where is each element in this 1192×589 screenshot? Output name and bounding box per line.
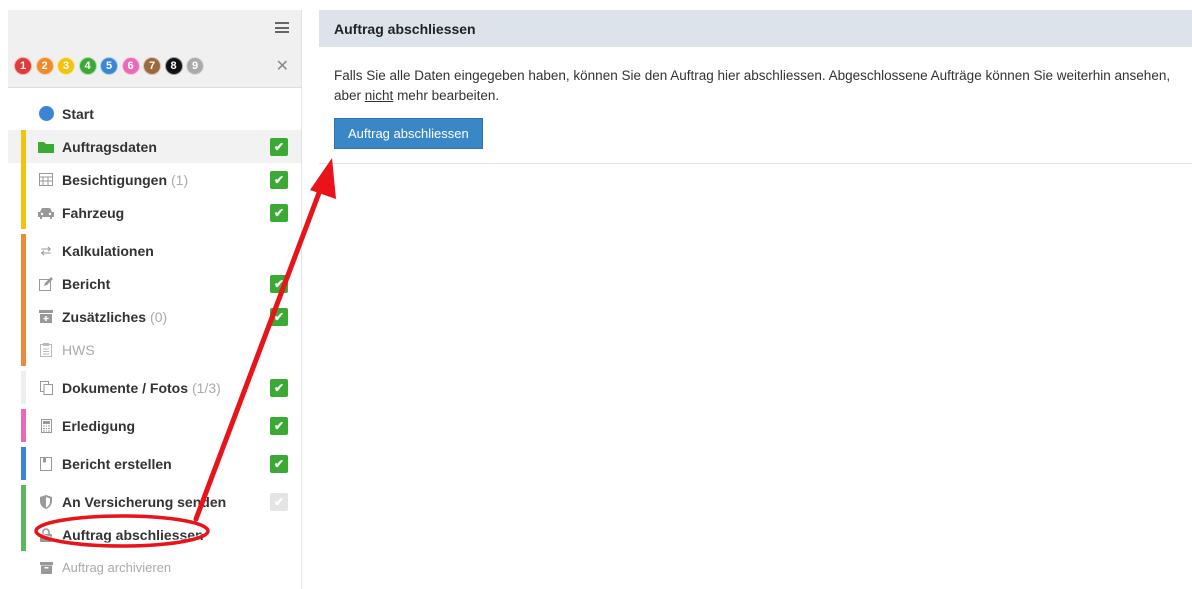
sidebar-item-label: Erledigung	[62, 417, 136, 434]
sidebar-item-besichtigungen[interactable]: Besichtigungen (1) ✔	[8, 163, 301, 196]
clipboard-icon	[38, 342, 54, 358]
edit-icon	[38, 276, 54, 292]
close-icon[interactable]: ✕	[276, 56, 289, 76]
folder-icon	[38, 139, 54, 155]
step-badge-5[interactable]: 5	[100, 56, 118, 75]
calendar-icon	[38, 172, 54, 188]
step-badge-9[interactable]: 9	[186, 56, 204, 75]
lock-icon	[38, 527, 54, 543]
sidebar-item-label: Dokumente / Fotos	[62, 379, 189, 396]
calculator-icon	[38, 418, 54, 434]
panel-title: Auftrag abschliessen	[319, 10, 1192, 47]
sidebar-item-bericht-erstellen[interactable]: Bericht erstellen ✔	[8, 447, 301, 480]
sidebar: 1 2 3 4 5 6 7 8 9 ✕ Start Auftragsdaten …	[8, 10, 302, 589]
step-badge-4[interactable]: 4	[78, 56, 97, 75]
sidebar-item-start[interactable]: Start	[8, 97, 301, 130]
arrow-head	[310, 158, 336, 199]
exchange-icon: ⇄	[40, 242, 52, 258]
sidebar-item-bericht[interactable]: Bericht ✔	[8, 267, 301, 300]
plus-box-icon	[38, 309, 54, 325]
sidebar-item-label: Bericht erstellen	[62, 455, 172, 472]
panel-description: Falls Sie alle Daten eingegeben haben, k…	[334, 68, 1171, 103]
underlined-word: nicht	[364, 88, 394, 103]
sidebar-item-fahrzeug[interactable]: Fahrzeug ✔	[8, 196, 301, 229]
step-badge-8[interactable]: 8	[164, 56, 183, 75]
sidebar-item-auftrag-archivieren[interactable]: Auftrag archivieren	[8, 551, 301, 584]
step-badge-7[interactable]: 7	[143, 56, 161, 75]
sidebar-item-count: (1/3)	[192, 379, 221, 396]
sidebar-item-zusaetzliches[interactable]: Zusätzliches (0) ✔	[8, 300, 301, 333]
main-panel: Auftrag abschliessen Falls Sie alle Date…	[319, 10, 1192, 164]
panel-body: Falls Sie alle Daten eingegeben haben, k…	[319, 47, 1192, 149]
sidebar-item-label: Besichtigungen	[62, 171, 168, 188]
sidebar-item-label: Auftragsdaten	[62, 138, 157, 155]
sidebar-header	[8, 10, 301, 44]
sidebar-item-label: Kalkulationen	[62, 242, 154, 259]
check-icon: ✔	[270, 454, 288, 473]
archive-icon	[38, 560, 54, 576]
sidebar-item-label: Zusätzliches	[62, 308, 147, 325]
sidebar-item-count: (1)	[171, 171, 189, 188]
sidebar-item-label: Auftrag archivieren	[62, 560, 172, 575]
car-icon	[38, 205, 54, 221]
sidebar-item-an-versicherung-senden[interactable]: An Versicherung senden ✔	[8, 485, 301, 518]
check-icon: ✔	[270, 203, 288, 222]
copy-icon	[38, 380, 54, 396]
sidebar-item-label: Start	[62, 105, 94, 122]
sidebar-item-count: (0)	[150, 308, 168, 325]
circle-icon	[38, 106, 54, 122]
sidebar-item-auftrag-abschliessen[interactable]: Auftrag abschliessen	[8, 518, 301, 551]
check-icon: ✔	[270, 416, 288, 435]
book-icon	[38, 456, 54, 472]
step-badge-2[interactable]: 2	[35, 56, 54, 75]
sidebar-menu: Start Auftragsdaten ✔ Besichtigungen (1)…	[8, 97, 301, 584]
check-icon: ✔	[270, 378, 288, 397]
sidebar-item-label: An Versicherung senden	[62, 493, 227, 510]
sidebar-item-label: Auftrag abschliessen	[62, 526, 204, 543]
shield-icon	[38, 494, 54, 510]
sidebar-item-auftragsdaten[interactable]: Auftragsdaten ✔	[8, 130, 301, 163]
sidebar-item-label: HWS	[62, 341, 95, 358]
sidebar-item-erledigung[interactable]: Erledigung ✔	[8, 409, 301, 442]
check-icon: ✔	[270, 137, 288, 156]
sidebar-item-label: Fahrzeug	[62, 204, 125, 221]
check-icon: ✔	[270, 307, 288, 326]
step-badge-1[interactable]: 1	[14, 56, 32, 75]
sidebar-item-label: Bericht	[62, 275, 111, 292]
sidebar-item-dokumente-fotos[interactable]: Dokumente / Fotos (1/3) ✔	[8, 371, 301, 404]
menu-icon[interactable]	[275, 22, 289, 33]
step-badge-6[interactable]: 6	[121, 56, 140, 75]
sidebar-item-kalkulationen[interactable]: ⇄ Kalkulationen	[8, 234, 301, 267]
check-icon: ✔	[270, 170, 288, 189]
auftrag-abschliessen-button[interactable]: Auftrag abschliessen	[334, 118, 483, 149]
check-icon: ✔	[270, 492, 288, 511]
check-icon: ✔	[270, 274, 288, 293]
step-badge-3[interactable]: 3	[57, 56, 75, 75]
sidebar-item-hws[interactable]: HWS	[8, 333, 301, 366]
step-indicator: 1 2 3 4 5 6 7 8 9 ✕	[8, 44, 301, 88]
